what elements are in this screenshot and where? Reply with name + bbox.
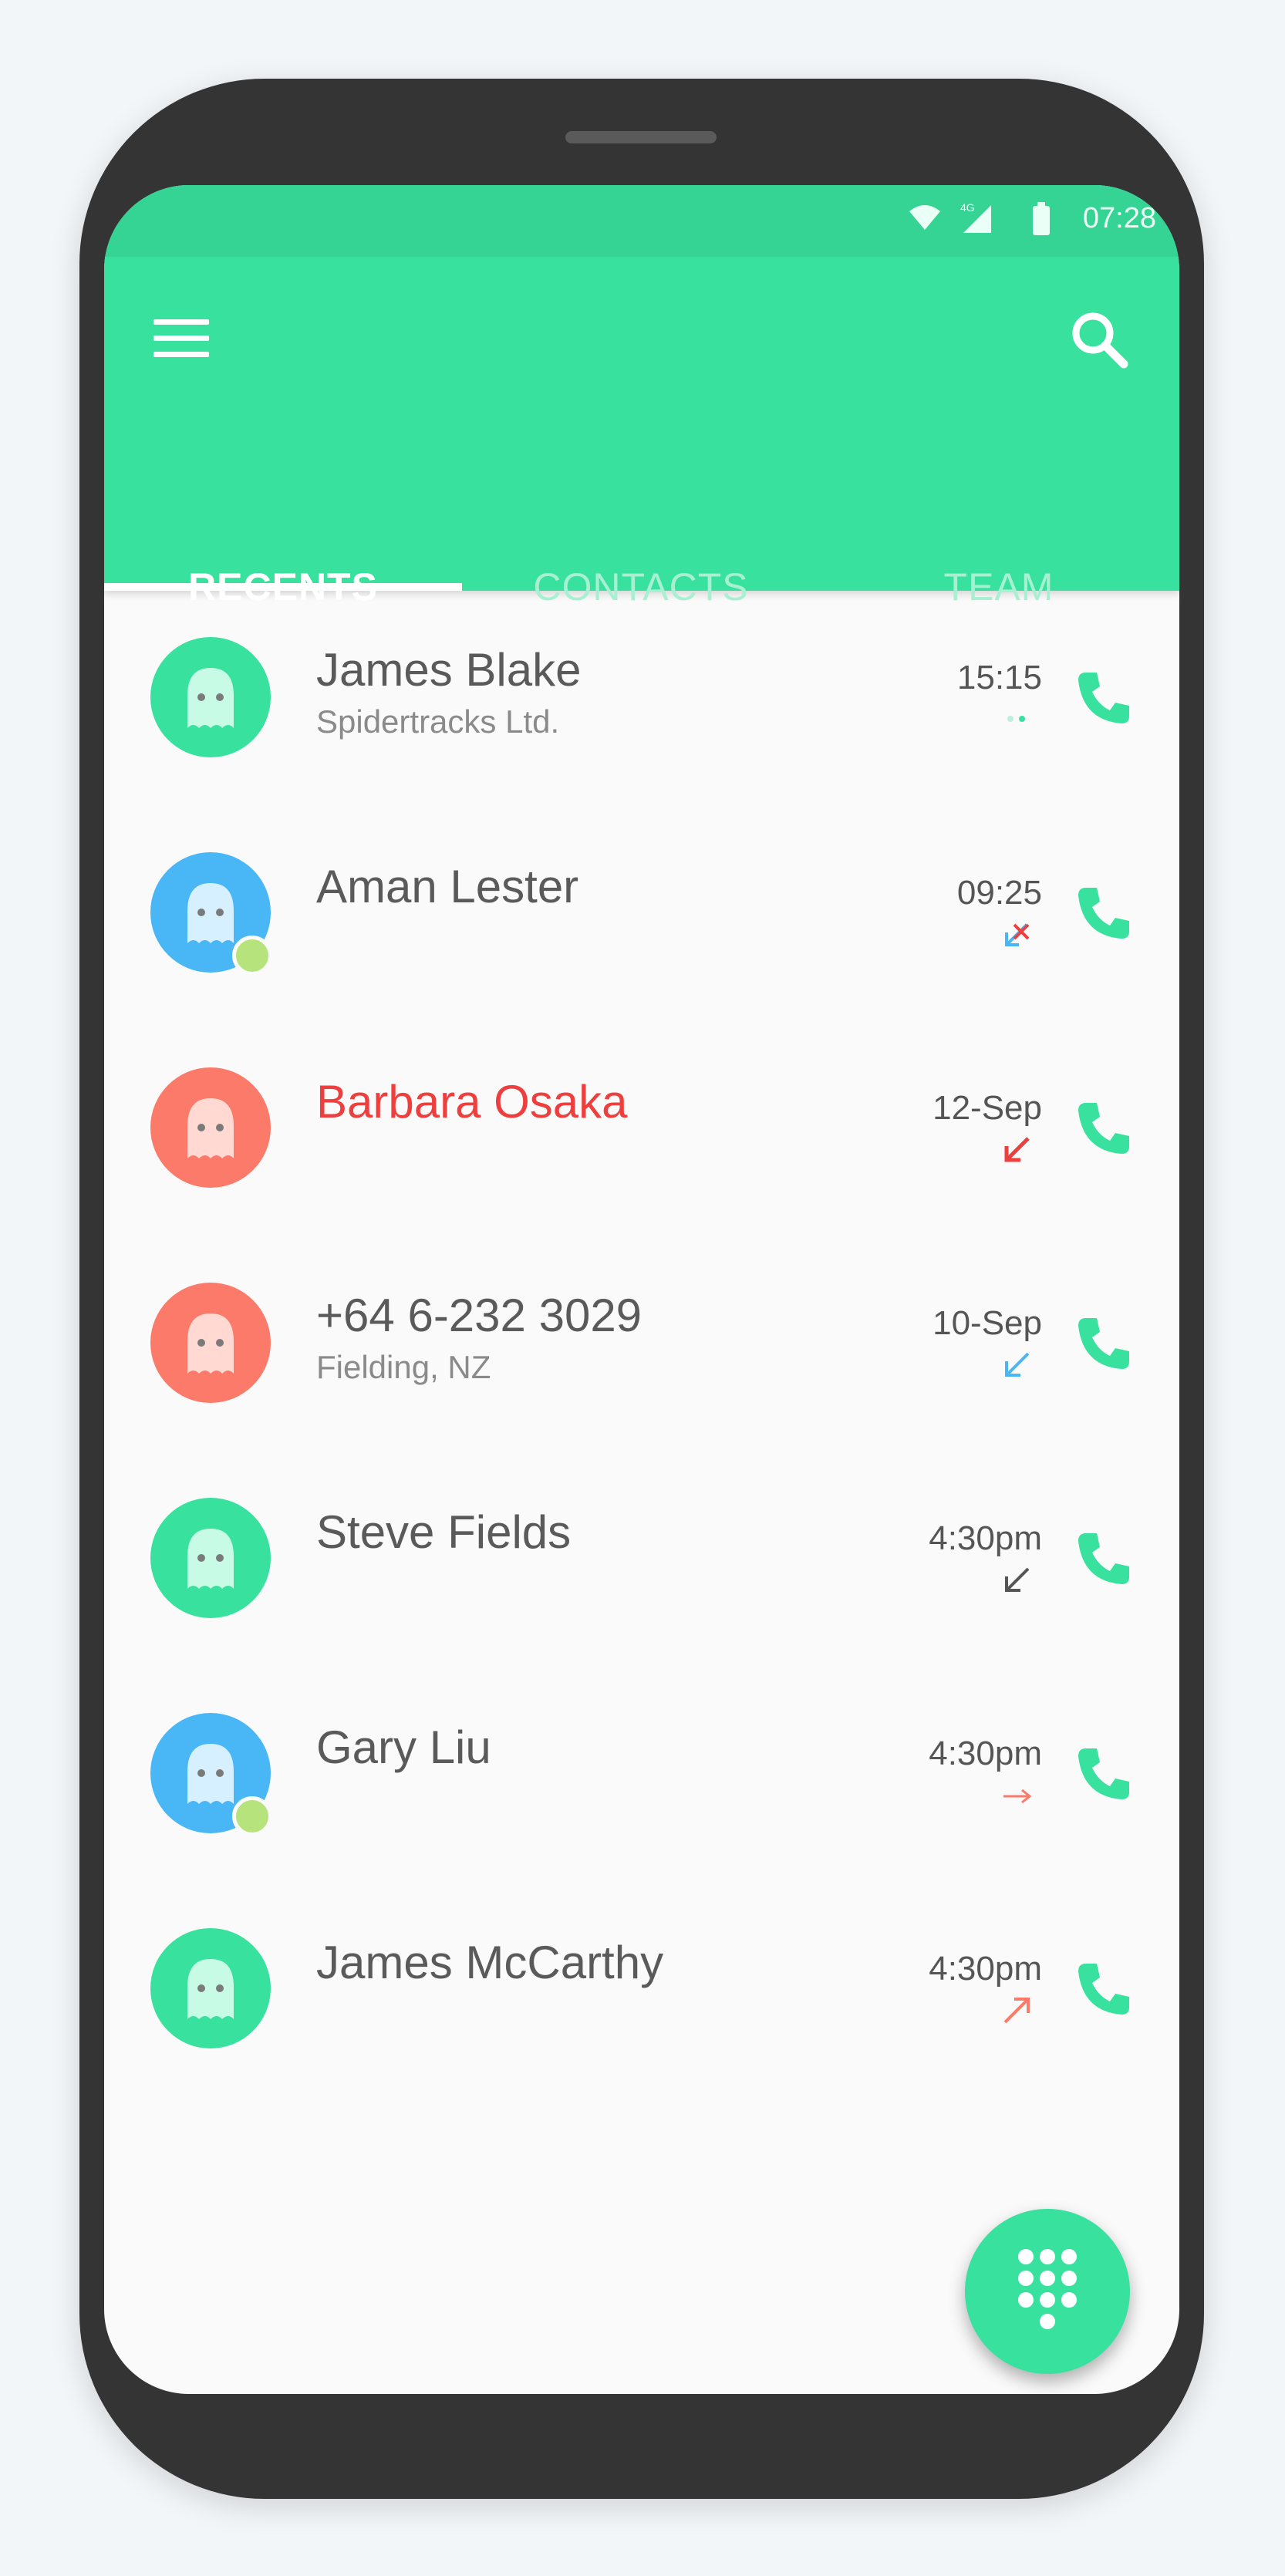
call-time: 15:15 [956, 659, 1042, 696]
phone-icon[interactable] [1072, 1529, 1134, 1590]
contact-subtitle: Fielding, NZ [316, 1349, 491, 1385]
contact-subtitle: Spidertracks Ltd. [316, 703, 560, 740]
call-row[interactable]: Gary Liu 4:30pm [104, 1667, 1179, 1882]
incoming-call-icon [1005, 1352, 1030, 1377]
contact-name: +64 6-232 3029 [316, 1290, 642, 1341]
search-icon[interactable] [1068, 309, 1130, 370]
avatar [150, 1067, 271, 1188]
missed-incoming-icon [1005, 923, 1030, 946]
contact-name: Steve Fields [316, 1506, 572, 1558]
phone-icon[interactable] [1072, 668, 1134, 730]
phone-frame: 4G 07:28 RECENTS CONTACTS TEAM James Bla… [79, 79, 1204, 2499]
call-row[interactable]: Aman Lester 09:25 [104, 806, 1179, 1021]
dialpad-icon [1018, 2249, 1077, 2329]
avatar [150, 1498, 271, 1618]
contact-name: Aman Lester [316, 861, 579, 912]
wifi-icon [909, 205, 940, 230]
missed-call-icon [1004, 1137, 1030, 1162]
contact-name: James Blake [316, 644, 582, 696]
call-time: 4:30pm [929, 1735, 1042, 1772]
phone-screen: 4G 07:28 RECENTS CONTACTS TEAM James Bla… [104, 185, 1179, 2394]
avatar [150, 1283, 271, 1403]
phone-icon[interactable] [1072, 1744, 1134, 1806]
phone-speaker [565, 131, 717, 143]
ongoing-call-icon [1007, 716, 1025, 722]
contact-name: Barbara Osaka [316, 1076, 628, 1128]
call-row[interactable]: +64 6-232 3029 Fielding, NZ 10-Sep [104, 1236, 1179, 1452]
cell-signal-icon: 4G [960, 201, 991, 233]
outgoing-call-icon [1003, 1998, 1030, 2024]
call-row[interactable]: Steve Fields 4:30pm [104, 1452, 1179, 1667]
online-status-dot [232, 936, 272, 976]
phone-icon[interactable] [1072, 883, 1134, 945]
incoming-call-icon [1005, 1567, 1030, 1592]
status-time: 07:28 [1082, 202, 1156, 234]
avatar [150, 637, 271, 757]
phone-icon[interactable] [1072, 1959, 1134, 2021]
status-bar: 4G 07:28 [104, 185, 1179, 257]
call-time: 4:30pm [929, 1950, 1042, 1988]
network-type-label: 4G [960, 201, 975, 214]
battery-icon [1033, 202, 1050, 235]
avatar [150, 1928, 271, 2048]
call-time: 12-Sep [933, 1089, 1042, 1127]
contact-name: James McCarthy [316, 1937, 664, 1988]
call-time: 10-Sep [933, 1304, 1042, 1342]
call-time: 4:30pm [929, 1519, 1042, 1557]
contact-name: Gary Liu [316, 1721, 491, 1773]
tab-indicator [104, 583, 462, 591]
call-time: 09:25 [956, 874, 1042, 912]
forwarded-call-icon [1003, 1789, 1032, 1804]
phone-icon[interactable] [1072, 1313, 1134, 1375]
call-row[interactable]: James McCarthy 4:30pm [104, 1882, 1179, 2097]
dialpad-button[interactable] [965, 2209, 1130, 2374]
hamburger-icon[interactable] [153, 318, 209, 359]
call-row[interactable]: James Blake Spidertracks Ltd. 15:15 [104, 591, 1179, 806]
phone-icon[interactable] [1072, 1098, 1134, 1160]
call-row[interactable]: Barbara Osaka 12-Sep [104, 1021, 1179, 1236]
online-status-dot [232, 1796, 272, 1836]
app-bar: 4G 07:28 RECENTS CONTACTS TEAM [104, 185, 1179, 609]
